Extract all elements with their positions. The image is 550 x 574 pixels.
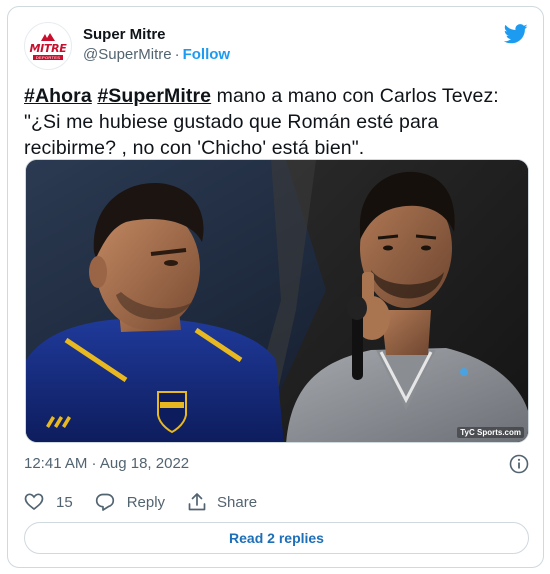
share-label: Share — [217, 493, 258, 511]
separator-dot: · — [174, 46, 180, 63]
avatar[interactable]: MITRE DEPORTES — [24, 22, 72, 70]
mitre-logo-icon — [41, 33, 55, 41]
avatar-sub: DEPORTES — [32, 55, 64, 60]
author-handle-row: @SuperMitre · Follow — [83, 45, 230, 64]
timestamp[interactable]: 12:41 AM · Aug 18, 2022 — [24, 455, 189, 472]
reply-icon — [95, 493, 114, 511]
hashtag-link[interactable]: #Ahora — [24, 85, 92, 107]
hashtag-link[interactable]: #SuperMitre — [97, 85, 211, 107]
read-replies-button[interactable]: Read 2 replies — [24, 522, 529, 554]
follow-button[interactable]: Follow — [183, 46, 231, 63]
author-handle[interactable]: @SuperMitre — [83, 46, 172, 63]
twitter-bird-icon[interactable] — [504, 23, 528, 45]
image-watermark: TyC Sports.com — [457, 427, 524, 438]
meta-row: 12:41 AM · Aug 18, 2022 — [24, 453, 529, 475]
tweet-image[interactable]: TyC Sports.com — [25, 159, 529, 443]
like-button[interactable]: 15 — [24, 492, 73, 512]
tweet-card: MITRE DEPORTES Super Mitre @SuperMitre · F… — [7, 6, 544, 568]
reply-button[interactable]: Reply — [95, 492, 165, 512]
author-name[interactable]: Super Mitre — [83, 25, 166, 44]
photo-illustration — [26, 160, 528, 442]
avatar-brand: MITRE — [29, 42, 67, 55]
share-icon — [188, 493, 206, 511]
like-count: 15 — [56, 493, 73, 511]
share-button[interactable]: Share — [187, 492, 257, 512]
heart-icon — [24, 493, 44, 511]
reply-label: Reply — [126, 493, 166, 511]
tweet-text: #Ahora #SuperMitre mano a mano con Carlo… — [24, 83, 534, 161]
tweet-body: mano a mano con Carlos Tevez: "¿Si me hu… — [24, 85, 499, 159]
info-icon[interactable] — [509, 454, 529, 474]
action-bar: 15 Reply Share — [24, 491, 279, 513]
